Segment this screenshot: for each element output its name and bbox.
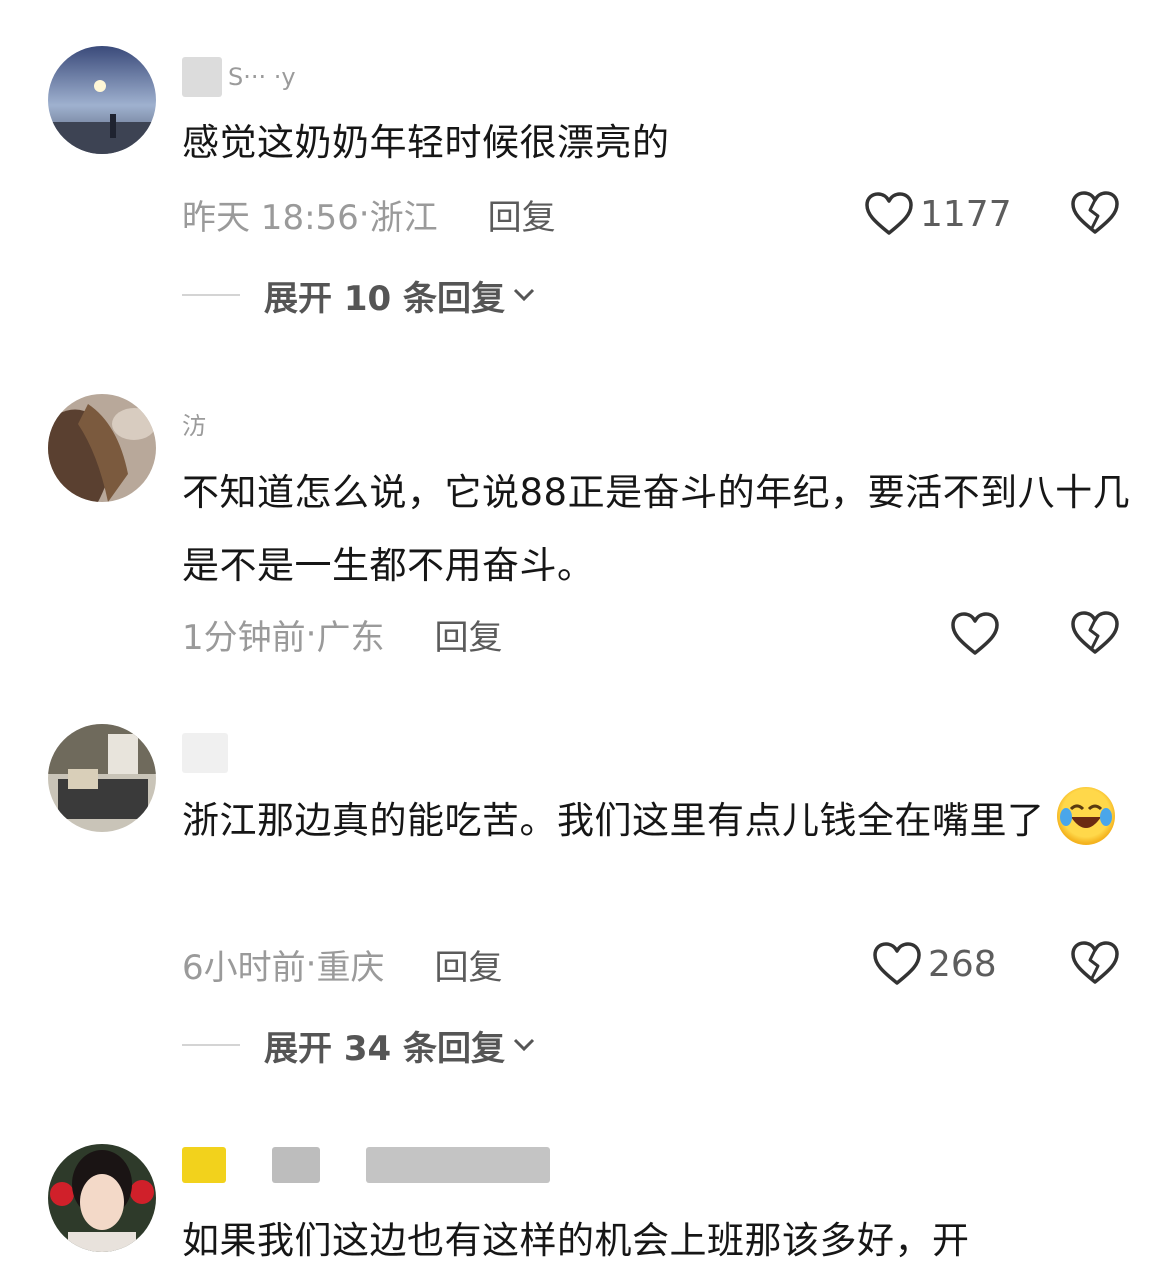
- expand-replies-button[interactable]: 展开 34 条回复: [182, 1020, 535, 1070]
- comment-meta: 6小时前 · 重庆 回复: [182, 940, 502, 988]
- dislike-button[interactable]: [1070, 190, 1120, 240]
- timestamp: 昨天 18:56: [182, 197, 359, 238]
- username-blur: [182, 57, 222, 97]
- username-blur: [182, 733, 228, 773]
- like-button[interactable]: 1177: [864, 186, 1012, 242]
- comment-meta: 昨天 18:56 · 浙江 回复: [182, 190, 556, 238]
- chevron-down-icon: [513, 1038, 535, 1052]
- heart-outline-icon: [865, 192, 913, 235]
- meta-separator: ·: [358, 194, 370, 234]
- meta-separator: ·: [305, 944, 317, 984]
- dislike-button[interactable]: [1070, 940, 1120, 990]
- timestamp: 6小时前: [182, 947, 306, 988]
- meta-separator: ·: [305, 614, 317, 654]
- avatar[interactable]: [48, 46, 156, 154]
- chevron-down-icon: [513, 288, 535, 302]
- reply-button[interactable]: 回复: [434, 610, 502, 659]
- like-count: 268: [928, 943, 997, 985]
- dislike-button[interactable]: [1070, 610, 1120, 660]
- comment-body: 如果我们这边也有这样的机会上班那该多好，开: [182, 1219, 970, 1262]
- divider: [182, 294, 240, 296]
- username[interactable]: [182, 1147, 556, 1183]
- username-text: 汸: [182, 411, 206, 440]
- avatar[interactable]: [48, 724, 156, 832]
- like-button[interactable]: [950, 606, 1006, 662]
- expand-replies-button[interactable]: 展开 10 条回复: [182, 270, 535, 320]
- comment-meta: 1分钟前 · 广东 回复: [182, 610, 502, 658]
- heart-outline-icon: [951, 612, 999, 655]
- comment-body: 不知道怎么说，它说88正是奋斗的年纪，要活不到八十几是不是一生都不用奋斗。: [182, 471, 1131, 587]
- broken-heart-icon: [1071, 611, 1119, 654]
- reply-button[interactable]: 回复: [488, 190, 556, 239]
- broken-heart-icon: [1071, 941, 1119, 984]
- avatar[interactable]: [48, 394, 156, 502]
- username[interactable]: [182, 733, 234, 773]
- comment-body: 感觉这奶奶年轻时候很漂亮的: [182, 121, 670, 164]
- username-blur: [366, 1147, 550, 1183]
- comment-text: 不知道怎么说，它说88正是奋斗的年纪，要活不到八十几是不是一生都不用奋斗。: [182, 456, 1132, 602]
- comment-text: 浙江那边真的能吃苦。我们这里有点儿钱全在嘴里了: [182, 784, 1132, 857]
- username[interactable]: S··· ·y: [182, 57, 296, 97]
- location: 广东: [316, 617, 385, 658]
- location: 重庆: [316, 947, 385, 988]
- rolling-laughing-face-icon: [1056, 787, 1115, 845]
- like-count: 1177: [920, 193, 1012, 235]
- username-blur: [182, 1147, 226, 1183]
- avatar[interactable]: [48, 1144, 156, 1252]
- like-button[interactable]: 268: [872, 936, 997, 992]
- username-text: S··· ·y: [228, 63, 296, 91]
- location: 浙江: [369, 197, 438, 238]
- comment-text: 感觉这奶奶年轻时候很漂亮的: [182, 106, 1132, 179]
- reply-button[interactable]: 回复: [434, 940, 502, 989]
- comment-body: 浙江那边真的能吃苦。我们这里有点儿钱全在嘴里了: [182, 799, 1045, 842]
- username[interactable]: 汸: [182, 408, 206, 440]
- username-blur: [272, 1147, 320, 1183]
- divider: [182, 1044, 240, 1046]
- heart-outline-icon: [873, 942, 921, 985]
- broken-heart-icon: [1071, 191, 1119, 234]
- expand-label: 展开 34 条回复: [264, 1028, 505, 1069]
- expand-label: 展开 10 条回复: [264, 278, 505, 319]
- comment-text: 如果我们这边也有这样的机会上班那该多好，开: [182, 1204, 1132, 1277]
- timestamp: 1分钟前: [182, 617, 306, 658]
